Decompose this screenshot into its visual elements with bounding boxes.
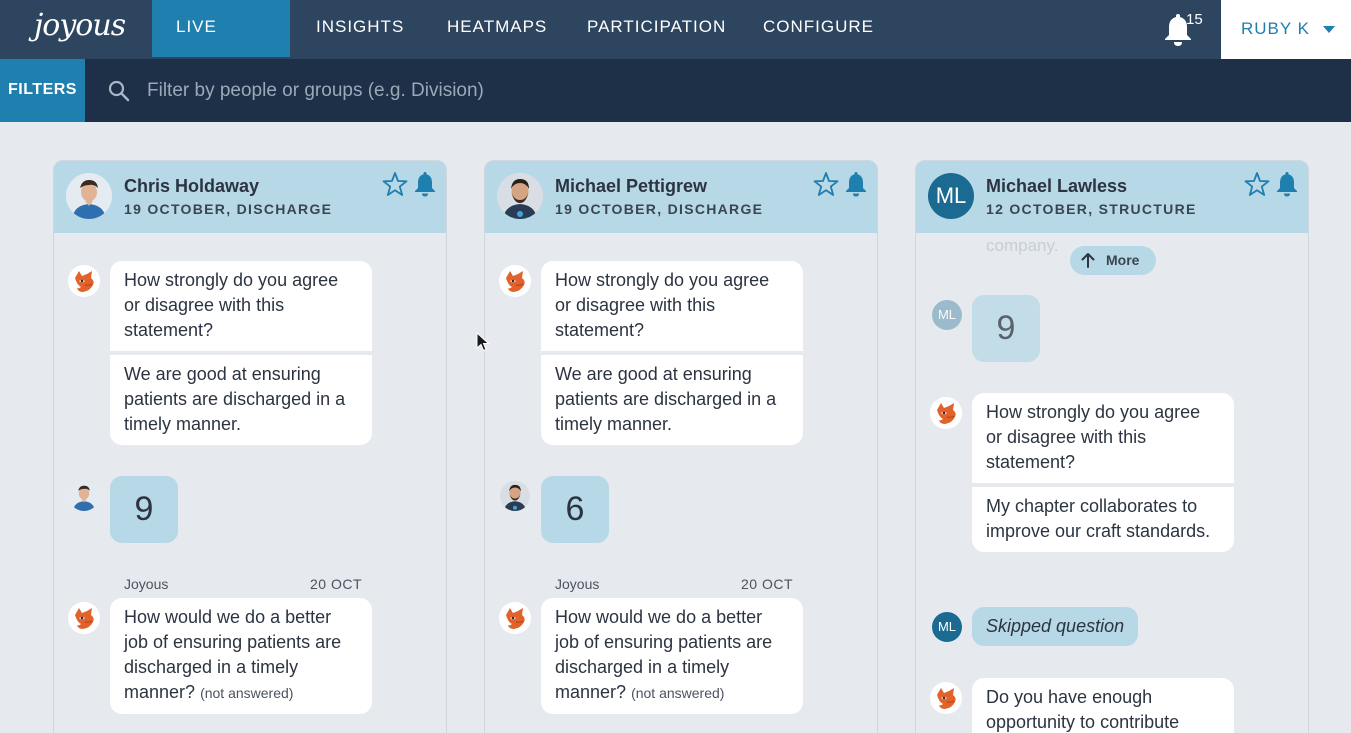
card-subtitle: 19 OCTOBER, DISCHARGE	[124, 201, 333, 217]
next-question-text: Do you have enough opportunity to contri…	[972, 678, 1234, 733]
avatar[interactable]	[66, 173, 112, 219]
statement-text: My chapter collaborates to improve our c…	[972, 487, 1234, 552]
joyous-bot-avatar	[68, 602, 100, 634]
bell-icon[interactable]	[1275, 171, 1299, 197]
next-question-bubble: Do you have enough opportunity to contri…	[972, 678, 1234, 733]
question-bubble: How strongly do you agree or disagree wi…	[972, 393, 1234, 552]
card-header[interactable]: Chris Holdaway 19 OCTOBER, DISCHARGE	[54, 161, 446, 233]
avatar	[500, 481, 530, 511]
question-text: How strongly do you agree or disagree wi…	[541, 261, 803, 351]
more-button[interactable]: More	[1070, 246, 1156, 275]
message-date: 20 OCT	[741, 576, 794, 592]
faded-message-text: company.	[986, 236, 1059, 255]
skipped-question-bubble: Skipped question	[972, 607, 1139, 646]
answer-score: 9	[110, 476, 178, 543]
feed-card: Michael Pettigrew 19 OCTOBER, DISCHARGE …	[484, 160, 878, 733]
joyous-bot-avatar	[930, 397, 962, 429]
answer-score: 9	[972, 295, 1040, 362]
question-bubble: How strongly do you agree or disagree wi…	[541, 261, 803, 445]
star-icon[interactable]	[813, 171, 839, 197]
arrow-up-icon	[1081, 253, 1095, 268]
bell-icon[interactable]	[413, 171, 437, 197]
followup-bubble: How would we do a better job of ensuring…	[541, 598, 803, 714]
bell-icon[interactable]	[844, 171, 868, 197]
nav-insights[interactable]: INSIGHTS	[292, 0, 428, 57]
nav-live-feed[interactable]: LIVE FEED	[152, 0, 290, 90]
person-name[interactable]: Michael Pettigrew	[555, 176, 707, 197]
filters-button[interactable]: FILTERS	[0, 59, 85, 122]
message-sender: Joyous	[124, 576, 169, 592]
card-subtitle: 12 OCTOBER, STRUCTURE	[986, 201, 1197, 217]
more-label[interactable]: More	[1106, 252, 1139, 268]
question-bubble: How strongly do you agree or disagree wi…	[110, 261, 372, 445]
not-answered-label: (not answered)	[631, 685, 725, 701]
joyous-bot-avatar	[499, 602, 531, 634]
notification-count: 15	[1186, 11, 1203, 28]
avatar	[69, 481, 99, 511]
joyous-bot-avatar	[930, 682, 962, 714]
star-icon[interactable]	[1244, 171, 1270, 197]
person-name[interactable]: Chris Holdaway	[124, 176, 259, 197]
avatar[interactable]	[497, 173, 543, 219]
card-subtitle: 19 OCTOBER, DISCHARGE	[555, 201, 764, 217]
user-menu[interactable]: RUBY K	[1221, 0, 1351, 59]
message-sender: Joyous	[555, 576, 600, 592]
nav-configure[interactable]: CONFIGURE	[739, 0, 898, 57]
card-header[interactable]: ML Michael Lawless 12 OCTOBER, STRUCTURE	[916, 161, 1308, 233]
followup-bubble: How would we do a better job of ensuring…	[110, 598, 372, 714]
nav-participation[interactable]: PARTICIPATION	[563, 0, 750, 57]
filter-bar: FILTERS	[0, 59, 1351, 122]
statement-text: We are good at ensuring patients are dis…	[110, 355, 372, 445]
user-name[interactable]: RUBY K	[1241, 19, 1310, 39]
person-name[interactable]: Michael Lawless	[986, 176, 1127, 197]
answer-score: 6	[541, 476, 609, 543]
mouse-cursor-icon	[476, 332, 490, 352]
question-text: How strongly do you agree or disagree wi…	[972, 393, 1234, 483]
caret-down-icon[interactable]	[1323, 26, 1335, 33]
joyous-bot-avatar	[499, 265, 531, 297]
search-icon	[108, 80, 130, 102]
avatar-initials: ML	[932, 300, 962, 330]
feed-card: ML Michael Lawless 12 OCTOBER, STRUCTURE…	[915, 160, 1309, 733]
joyous-bot-avatar	[68, 265, 100, 297]
top-navigation-bar: joyous LIVE FEED INSIGHTS HEATMAPS PARTI…	[0, 0, 1351, 90]
question-text: How strongly do you agree or disagree wi…	[110, 261, 372, 351]
not-answered-label: (not answered)	[200, 685, 294, 701]
followup-question: How would we do a better job of ensuring…	[110, 598, 372, 714]
star-icon[interactable]	[382, 171, 408, 197]
message-date: 20 OCT	[310, 576, 363, 592]
followup-question: How would we do a better job of ensuring…	[541, 598, 803, 714]
filter-search-input[interactable]	[147, 77, 747, 105]
avatar-initials[interactable]: ML	[928, 173, 974, 219]
card-header[interactable]: Michael Pettigrew 19 OCTOBER, DISCHARGE	[485, 161, 877, 233]
feed-card: Chris Holdaway 19 OCTOBER, DISCHARGE How…	[53, 160, 447, 733]
statement-text: We are good at ensuring patients are dis…	[541, 355, 803, 445]
avatar-initials: ML	[932, 612, 962, 642]
joyous-logo[interactable]: joyous	[34, 8, 126, 43]
nav-heatmaps[interactable]: HEATMAPS	[423, 0, 571, 57]
